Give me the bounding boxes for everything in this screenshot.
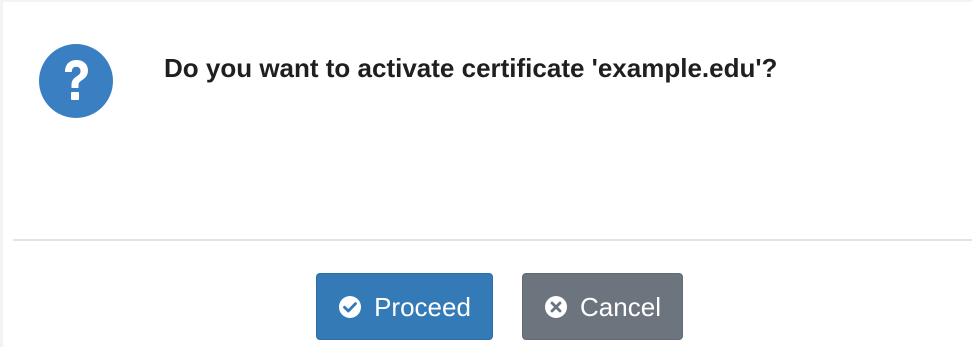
check-circle-icon — [338, 295, 362, 319]
proceed-button-label: Proceed — [374, 291, 471, 322]
proceed-button[interactable]: Proceed — [316, 273, 493, 340]
confirm-dialog: Do you want to activate certificate 'exa… — [0, 0, 972, 347]
cancel-button[interactable]: Cancel — [522, 273, 683, 340]
dialog-footer: Proceed Cancel — [3, 241, 972, 347]
dialog-message: Do you want to activate certificate 'exa… — [164, 53, 778, 83]
question-circle-icon — [38, 43, 114, 119]
times-circle-icon — [544, 295, 568, 319]
cancel-button-label: Cancel — [580, 291, 661, 322]
dialog-body: Do you want to activate certificate 'exa… — [3, 2, 972, 239]
